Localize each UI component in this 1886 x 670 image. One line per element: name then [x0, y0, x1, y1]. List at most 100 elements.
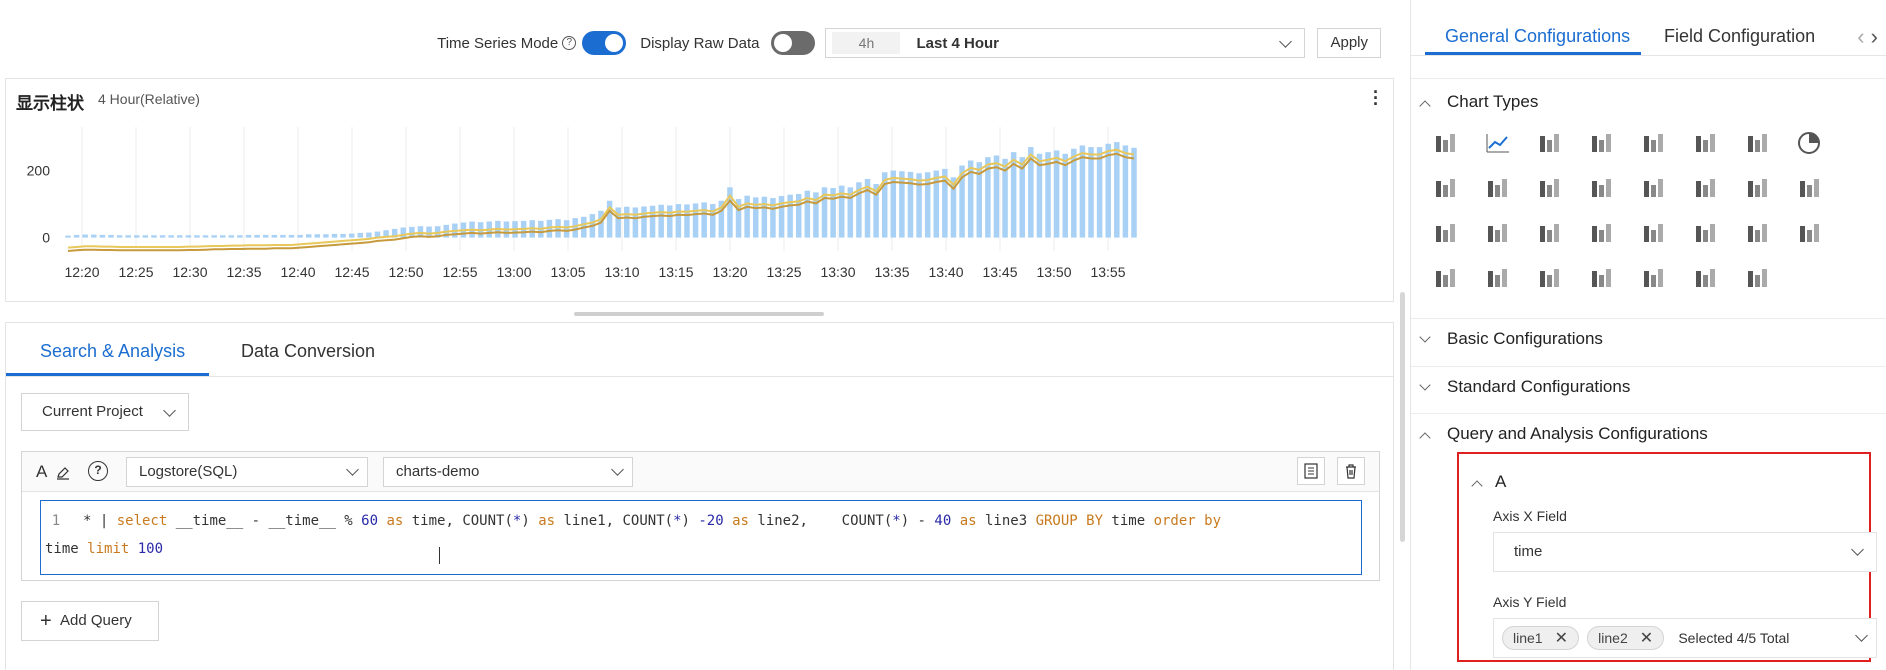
bar: [91, 234, 97, 238]
markdown-icon[interactable]: [1483, 218, 1513, 248]
bar: [1088, 147, 1094, 238]
scatter-chart-icon[interactable]: [1691, 128, 1721, 158]
boxplot-icon[interactable]: [1587, 218, 1617, 248]
bar: [761, 196, 768, 238]
chevron-right-icon[interactable]: ›: [1871, 24, 1878, 49]
graph-chart-icon[interactable]: [1639, 173, 1669, 203]
cloud-pro-icon[interactable]: [1483, 263, 1513, 293]
column-chart-icon[interactable]: [1535, 128, 1565, 158]
bar: [237, 235, 243, 238]
topology-icon[interactable]: [1743, 218, 1773, 248]
histogram-icon[interactable]: [1431, 173, 1461, 203]
axis-x-select[interactable]: time: [1493, 532, 1877, 572]
store-type-select[interactable]: Logstore(SQL): [126, 457, 368, 487]
query-toolbar: Time Series Mode ? Display Raw Data 4h L…: [437, 28, 1381, 58]
time-series-mode-toggle[interactable]: [582, 31, 627, 55]
tab-data-conversion[interactable]: Data Conversion: [241, 341, 375, 362]
saved-query-button[interactable]: [1297, 457, 1325, 485]
code-token: *: [892, 513, 901, 529]
candlestick-icon[interactable]: [1639, 263, 1669, 293]
bar: [641, 206, 647, 238]
code-token: line3: [984, 513, 1036, 529]
world-map-icon[interactable]: [1795, 173, 1825, 203]
location-icon[interactable]: [1535, 263, 1565, 293]
bubble-chart-icon[interactable]: [1587, 173, 1617, 203]
vertical-scrollbar[interactable]: [1400, 292, 1405, 542]
query-a-header[interactable]: A: [1471, 472, 1506, 492]
code-token: __time__ - __time__ %: [167, 513, 362, 529]
display-raw-data-toggle[interactable]: [771, 31, 816, 55]
timeline-icon[interactable]: [1639, 218, 1669, 248]
building-icon[interactable]: [1795, 218, 1825, 248]
flow-chart-icon[interactable]: [1691, 173, 1721, 203]
edit-icon[interactable]: [56, 466, 70, 480]
left-pane: Time Series Mode ? Display Raw Data 4h L…: [0, 0, 1405, 670]
delete-query-button[interactable]: [1337, 457, 1365, 485]
tab-search-analysis[interactable]: Search & Analysis: [40, 341, 185, 362]
tab-general-configurations[interactable]: General Configurations: [1445, 26, 1630, 47]
code-token: order by: [1153, 513, 1222, 529]
chevron-down-icon: [346, 463, 359, 476]
sql-code-input[interactable]: 1 * | select __time__ - __time__ % 60 as…: [40, 500, 1362, 575]
axis-y-tag[interactable]: line1 ✕: [1502, 626, 1579, 650]
help-icon[interactable]: ?: [88, 461, 108, 481]
standard-configurations-header[interactable]: Standard Configurations: [1419, 377, 1630, 397]
area-chart-icon[interactable]: [1587, 128, 1617, 158]
apply-button[interactable]: Apply: [1317, 28, 1381, 58]
bar: [211, 235, 217, 238]
word-cloud-icon[interactable]: [1691, 218, 1721, 248]
code-token: GROUP BY: [1035, 513, 1103, 529]
axis-y-tag[interactable]: line2 ✕: [1587, 626, 1665, 650]
active-tab-indicator: [1425, 52, 1641, 55]
divider: [1411, 413, 1886, 414]
code-token: limit: [87, 541, 130, 557]
active-tab-indicator: [6, 373, 209, 376]
list-icon[interactable]: [1535, 218, 1565, 248]
funnel-icon[interactable]: [1691, 263, 1721, 293]
bar-chart-icon[interactable]: [1743, 128, 1773, 158]
close-icon[interactable]: ✕: [1555, 630, 1568, 647]
bar: [624, 206, 630, 238]
chevron-down-icon: [1279, 35, 1293, 48]
pie-chart-icon[interactable]: [1795, 128, 1825, 158]
grid-table-icon[interactable]: [1535, 173, 1565, 203]
bar: [649, 205, 656, 238]
resize-handle[interactable]: [574, 312, 824, 316]
query-name-icon[interactable]: A: [36, 462, 47, 482]
chart-types-header[interactable]: Chart Types: [1419, 92, 1538, 112]
chart-canvas: 12:20 12:25 12:30 12:35 12:40 12:45 12:50 12:55…: [27, 127, 1137, 280]
line-chart-icon[interactable]: [1483, 128, 1513, 158]
tab-field-configuration[interactable]: Field Configuration: [1664, 26, 1815, 47]
bar: [271, 234, 278, 238]
chevron-left-icon[interactable]: ‹: [1857, 24, 1864, 49]
tab-scroll-arrows[interactable]: ‹ ›: [1857, 24, 1878, 50]
y-tick-label: 0: [42, 230, 50, 246]
radar-chart-icon[interactable]: [1483, 173, 1513, 203]
x-tick-label: 13:20: [712, 264, 747, 280]
display-raw-data-label: Display Raw Data: [640, 34, 760, 52]
single-value-icon[interactable]: [1639, 128, 1669, 158]
add-query-button[interactable]: + Add Query: [21, 601, 159, 641]
help-icon[interactable]: ?: [562, 36, 577, 50]
x-tick-label: 13:45: [982, 264, 1017, 280]
chart-panel: 显示柱状 4 Hour(Relative) · · · 12:20 12:25 12:3…: [5, 78, 1394, 302]
logstore-select[interactable]: charts-demo: [383, 457, 633, 487]
card-icon[interactable]: [1431, 218, 1461, 248]
table-chart-icon[interactable]: [1431, 128, 1461, 158]
project-select[interactable]: Current Project: [21, 393, 189, 431]
bar: [348, 233, 355, 238]
more-options-icon[interactable]: · · ·: [1373, 83, 1379, 113]
axis-y-select[interactable]: line1 ✕ line2 ✕ Selected 4/5 Total: [1493, 618, 1877, 658]
basic-configurations-header[interactable]: Basic Configurations: [1419, 329, 1603, 349]
china-map-icon[interactable]: [1743, 173, 1773, 203]
time-range-select[interactable]: 4h Last 4 Hour: [825, 28, 1306, 58]
code-token: * |: [83, 513, 117, 529]
config-tabs: General Configurations Field Configurati…: [1411, 0, 1886, 56]
treemap-icon[interactable]: [1587, 263, 1617, 293]
map-pin-pro-icon[interactable]: [1431, 263, 1461, 293]
query-analysis-configurations-header[interactable]: Query and Analysis Configurations: [1419, 424, 1708, 444]
query-line-2: time limit 100: [45, 541, 163, 557]
close-icon[interactable]: ✕: [1640, 630, 1653, 647]
bar: [907, 171, 914, 238]
dashboard-table-icon[interactable]: [1743, 263, 1773, 293]
